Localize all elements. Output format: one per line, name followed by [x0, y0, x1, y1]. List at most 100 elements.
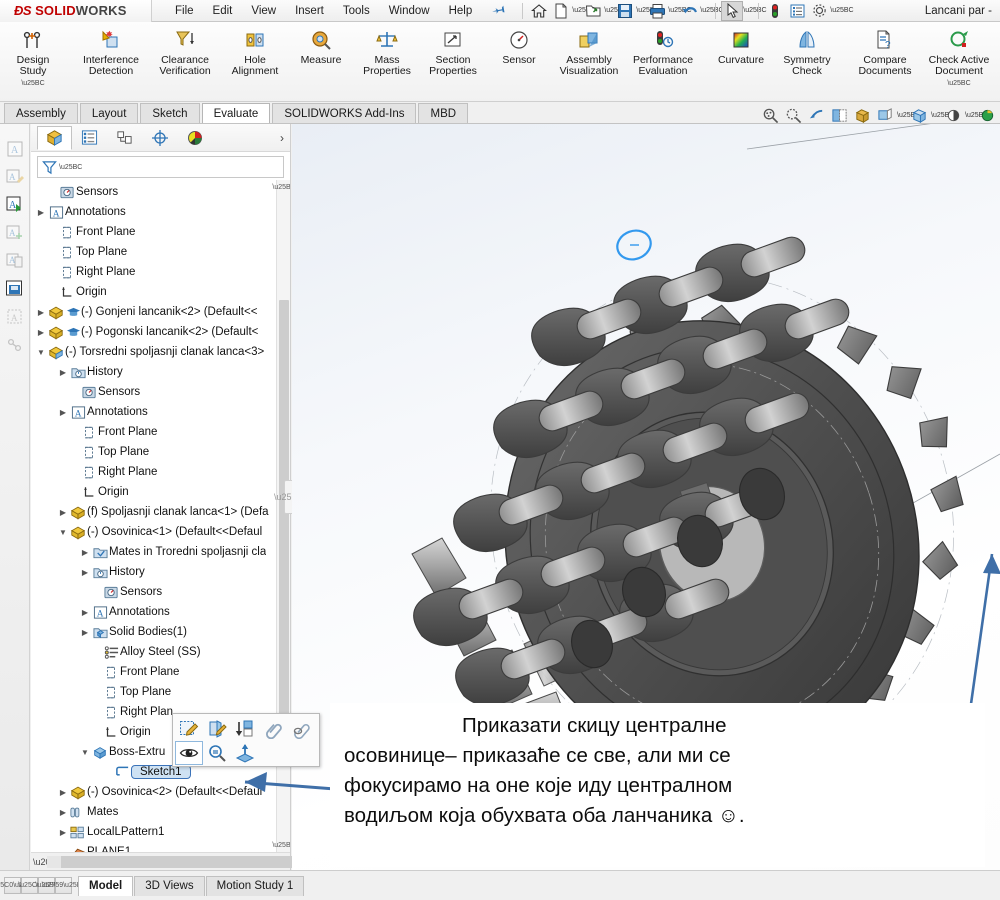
settings-dropdown-icon[interactable]: \u25BC: [830, 7, 853, 14]
feature-tree-item[interactable]: Top Plane: [31, 442, 290, 462]
compare-documents-button[interactable]: ? Compare Documents: [848, 24, 922, 94]
bottom-tab-3d-views[interactable]: 3D Views: [134, 875, 205, 896]
tree-twisty-icon[interactable]: [57, 828, 69, 837]
hide-show-items-icon[interactable]: [908, 105, 930, 125]
feature-tree-item[interactable]: A Annotations: [31, 402, 290, 422]
open-document-icon[interactable]: [582, 1, 604, 21]
edit-sketch-icon[interactable]: [175, 717, 203, 741]
feature-tree-item[interactable]: PLANE1: [31, 842, 290, 852]
assembly-visualization-button[interactable]: Assembly Visualization: [552, 24, 626, 94]
feature-tree-item[interactable]: (-) Pogonski lancanik<2> (Default<: [31, 322, 290, 342]
feature-tree-item[interactable]: Front Plane: [31, 422, 290, 442]
filter-dropdown-icon[interactable]: \u25BC: [59, 164, 82, 171]
pin-icon[interactable]: [489, 0, 509, 21]
bottom-tab-motion-study[interactable]: Motion Study 1: [205, 875, 305, 896]
apply-scene-icon[interactable]: [942, 105, 964, 125]
feature-tree-horizontal-scrollbar[interactable]: \u2039 \u203A: [31, 852, 351, 870]
measure-button[interactable]: Measure: [288, 24, 354, 94]
display-style-dropdown-icon[interactable]: \u25BC: [897, 112, 920, 119]
tree-twisty-icon[interactable]: [35, 328, 47, 337]
tree-twisty-icon[interactable]: [35, 208, 47, 217]
parent-child-icon[interactable]: [259, 717, 287, 741]
design-study-button[interactable]: Design Study \u25BC: [0, 24, 66, 94]
feature-tree-item[interactable]: Right Plane: [31, 262, 290, 282]
feature-tree-item[interactable]: Right Plane: [31, 462, 290, 482]
dimxpert-manager-tab[interactable]: [142, 126, 177, 150]
hscroll-left-icon[interactable]: \u2039: [33, 857, 61, 867]
tree-twisty-icon[interactable]: [35, 348, 47, 357]
note-icon[interactable]: A: [4, 138, 26, 160]
feature-tree-item[interactable]: Top Plane: [31, 242, 290, 262]
menu-file[interactable]: File: [166, 2, 203, 20]
tree-twisty-icon[interactable]: [79, 748, 91, 757]
edit-sketch-plane-icon[interactable]: [203, 717, 231, 741]
feature-tree-item[interactable]: Origin: [31, 282, 290, 302]
feature-tree-item[interactable]: Alloy Steel (SS): [31, 642, 290, 662]
feature-tree-item[interactable]: Sensors: [31, 182, 290, 202]
options-list-icon[interactable]: [786, 1, 808, 21]
curvature-button[interactable]: Curvature: [708, 24, 774, 94]
performance-evaluation-button[interactable]: Performance Evaluation: [626, 24, 700, 94]
tree-twisty-icon[interactable]: [57, 528, 69, 537]
feature-tree-item[interactable]: A Annotations: [31, 202, 290, 222]
tree-twisty-icon[interactable]: [57, 508, 69, 517]
check-active-document-dropdown-icon[interactable]: \u25BC: [947, 78, 970, 89]
scroll-down-icon[interactable]: \u25BC: [272, 838, 290, 852]
bottom-tab-model[interactable]: Model: [78, 875, 134, 896]
menu-help[interactable]: Help: [440, 2, 482, 20]
suppress-icon[interactable]: [287, 717, 315, 741]
check-active-document-button[interactable]: Check Active Document \u25BC: [922, 24, 996, 94]
save-annotation-icon[interactable]: [4, 278, 26, 300]
feature-manager-tab[interactable]: [37, 125, 72, 150]
open-document-dropdown-icon[interactable]: \u25BC: [604, 7, 627, 14]
tree-twisty-icon[interactable]: [79, 628, 91, 637]
feature-tree-item[interactable]: LocalLPattern1: [31, 822, 290, 842]
feature-tree-item[interactable]: Solid Bodies(1): [31, 622, 290, 642]
save-icon[interactable]: [614, 1, 636, 21]
tree-twisty-icon[interactable]: [35, 308, 47, 317]
section-view-icon[interactable]: [828, 105, 850, 125]
new-document-dropdown-icon[interactable]: \u25BC: [572, 7, 595, 14]
tree-twisty-icon[interactable]: [57, 808, 69, 817]
tree-twisty-icon[interactable]: [57, 788, 69, 797]
interference-detection-button[interactable]: Interference Detection: [74, 24, 148, 94]
menu-edit[interactable]: Edit: [204, 2, 242, 20]
note-copy-icon[interactable]: A: [4, 250, 26, 272]
sensor-button[interactable]: Sensor: [486, 24, 552, 94]
feature-tree-item[interactable]: Origin: [31, 482, 290, 502]
note-insert-icon[interactable]: A: [4, 194, 26, 216]
tab-solidworks-add-ins[interactable]: SOLIDWORKS Add-Ins: [272, 103, 417, 123]
link-annotation-icon[interactable]: [4, 334, 26, 356]
feature-tree-item[interactable]: Top Plane: [31, 682, 290, 702]
note-add-icon[interactable]: A: [4, 222, 26, 244]
tree-twisty-icon[interactable]: [79, 548, 91, 557]
display-manager-tab[interactable]: [177, 126, 212, 150]
menu-tools[interactable]: Tools: [334, 2, 379, 20]
configuration-manager-tab[interactable]: [107, 126, 142, 150]
display-style-icon[interactable]: [874, 105, 896, 125]
tab-mbd[interactable]: MBD: [418, 103, 469, 123]
menu-view[interactable]: View: [242, 2, 285, 20]
new-document-icon[interactable]: [550, 1, 572, 21]
feature-tree-item[interactable]: A Annotations: [31, 602, 290, 622]
mass-properties-button[interactable]: Mass Properties: [354, 24, 420, 94]
scroll-up-icon[interactable]: \u25B2: [272, 180, 290, 194]
feature-tree-item[interactable]: (-) Gonjeni lancanik<2> (Default<<: [31, 302, 290, 322]
zoom-to-fit-icon[interactable]: [759, 105, 781, 125]
select-pointer-icon[interactable]: [721, 0, 744, 21]
feature-tree-item[interactable]: (-) Torsredni spoljasnji clanak lanca<3>: [31, 342, 290, 362]
settings-gear-icon[interactable]: [808, 1, 830, 21]
previous-view-icon[interactable]: [805, 105, 827, 125]
hide-show-dropdown-icon[interactable]: \u25BC: [931, 112, 954, 119]
tree-twisty-icon[interactable]: [79, 568, 91, 577]
note-grid-icon[interactable]: A: [4, 306, 26, 328]
property-manager-tab[interactable]: [72, 126, 107, 150]
select-dropdown-icon[interactable]: \u25BC: [743, 7, 766, 14]
tab-layout[interactable]: Layout: [79, 103, 139, 123]
undo-dropdown-icon[interactable]: \u25BC: [700, 7, 723, 14]
last-sheet-icon[interactable]: \u2759\u25B6: [42, 877, 85, 894]
tree-filter-bar[interactable]: \u25BC: [37, 156, 284, 178]
hscroll-track[interactable]: [47, 855, 351, 868]
apply-scene-dropdown-icon[interactable]: \u25BC: [965, 112, 988, 119]
feature-tree-item[interactable]: (f) Spoljasnji clanak lanca<1> (Defa: [31, 502, 290, 522]
